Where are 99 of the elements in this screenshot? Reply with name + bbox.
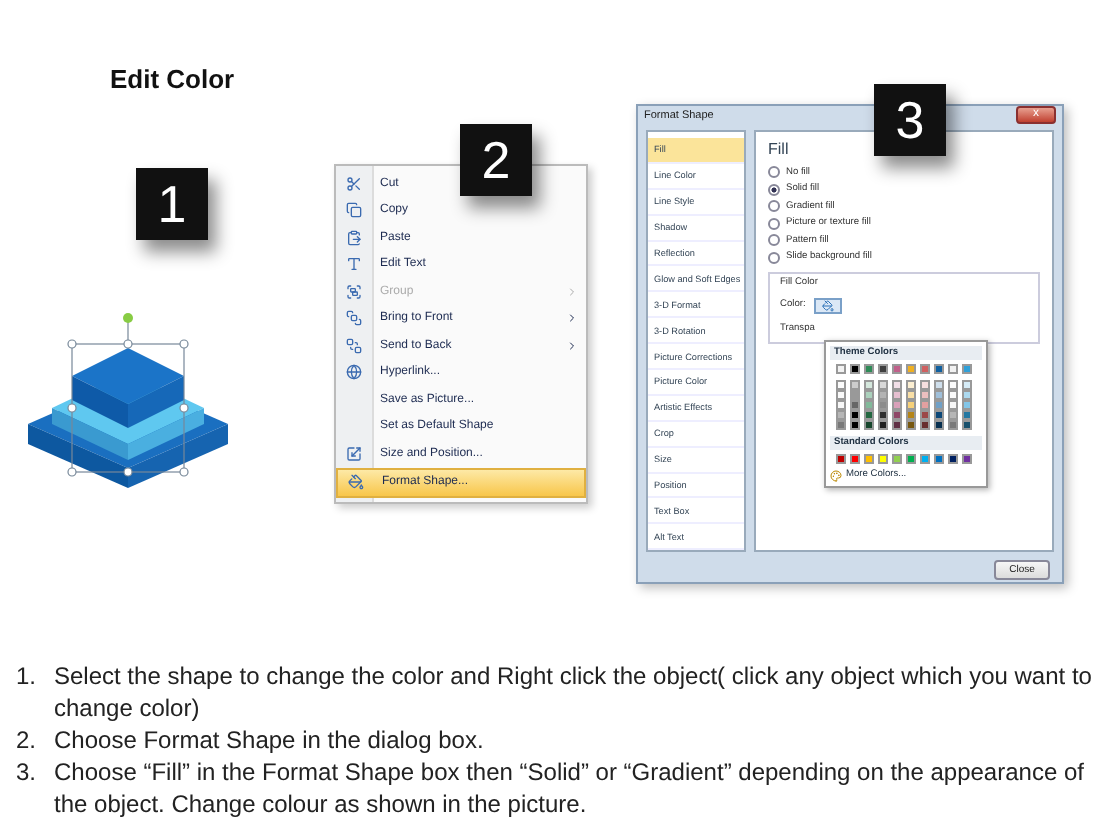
scissors-icon [346,175,362,192]
color-swatch[interactable] [962,389,972,400]
color-swatch[interactable] [920,453,930,464]
color-swatch[interactable] [948,399,958,410]
color-swatch[interactable] [836,409,846,420]
color-picker-button[interactable] [813,297,842,314]
color-swatch[interactable] [836,453,846,464]
color-swatch[interactable] [920,419,930,430]
color-swatch[interactable] [892,389,902,400]
radio-button[interactable] [768,166,780,179]
color-swatch[interactable] [850,419,860,430]
instruction-text: Choose Format Shape in the dialog box. [54,724,486,756]
color-swatch[interactable] [962,419,972,430]
color-swatch[interactable] [864,419,874,430]
color-swatch[interactable] [934,453,944,464]
list-number: 1. [16,660,39,694]
send-to-back-icon [346,337,362,354]
color-swatch[interactable] [948,453,958,464]
list-number: 3. [16,756,39,790]
color-swatch[interactable] [962,363,972,374]
color-swatch[interactable] [906,389,916,400]
color-swatch[interactable] [934,389,944,400]
color-swatch[interactable] [878,399,888,410]
color-swatch[interactable] [836,399,846,410]
color-swatch[interactable] [906,409,916,420]
color-swatch[interactable] [892,453,902,464]
color-swatch[interactable] [920,409,930,420]
color-swatch[interactable] [878,419,888,430]
color-swatch[interactable] [920,379,930,390]
color-swatch[interactable] [920,389,930,400]
color-swatch[interactable] [892,409,902,420]
color-swatch[interactable] [850,379,860,390]
color-swatch[interactable] [906,419,916,430]
color-swatch[interactable] [850,389,860,400]
color-swatch[interactable] [906,399,916,410]
radio-button[interactable] [768,234,780,247]
instruction-text: Select the shape to change the color and Right click the object( click any object which you want to change color) [54,660,1092,724]
color-swatch[interactable] [836,419,846,430]
color-swatch[interactable] [962,379,972,390]
clipboard-icon [346,229,362,246]
color-swatch[interactable] [836,363,846,374]
paint-bucket-icon [348,474,364,491]
step-number: 1 [136,168,208,240]
radio-button[interactable] [768,251,780,264]
color-swatch[interactable] [948,389,958,400]
step-number: 2 [460,124,532,196]
color-swatch[interactable] [892,379,902,390]
radio-button[interactable] [768,183,780,196]
color-swatch[interactable] [934,363,944,374]
color-swatch[interactable] [878,389,888,400]
instruction-text: Choose “Fill” in the Format Shape box then “Solid” or “Gradient” depending on the appearance of the object. Change colour as shown in the picture. [54,756,1086,820]
palette-icon [830,469,842,482]
color-swatch[interactable] [864,409,874,420]
color-swatch[interactable] [850,453,860,464]
color-swatch[interactable] [864,379,874,390]
color-swatch[interactable] [864,453,874,464]
resize-icon [346,445,362,462]
color-swatch[interactable] [962,409,972,420]
pane-title: Fill [768,139,791,158]
color-swatch[interactable] [892,419,902,430]
copy-icon [346,202,362,219]
color-swatch[interactable] [850,363,860,374]
color-swatch[interactable] [906,379,916,390]
color-swatch[interactable] [836,389,846,400]
color-swatch[interactable] [962,399,972,410]
color-swatch[interactable] [850,399,860,410]
slide-title: Edit Color [110,64,237,96]
color-swatch[interactable] [864,389,874,400]
color-swatch[interactable] [920,399,930,410]
color-swatch[interactable] [892,399,902,410]
radio-button[interactable] [768,217,780,230]
globe-icon [346,364,362,381]
color-swatch[interactable] [836,379,846,390]
color-swatch[interactable] [878,409,888,420]
color-swatch[interactable] [934,419,944,430]
color-swatch[interactable] [934,409,944,420]
color-swatch[interactable] [878,453,888,464]
color-swatch[interactable] [934,379,944,390]
color-swatch[interactable] [948,379,958,390]
color-swatch[interactable] [906,453,916,464]
step-number: 3 [874,84,946,156]
bring-to-front-icon [346,310,362,327]
color-swatch[interactable] [948,419,958,430]
radio-button[interactable] [768,200,780,213]
color-swatch[interactable] [948,409,958,420]
color-swatch[interactable] [934,399,944,410]
color-swatch[interactable] [850,409,860,420]
group-icon [346,283,362,300]
color-swatch[interactable] [892,363,902,374]
text-icon [346,256,362,273]
color-swatch[interactable] [878,379,888,390]
color-swatch[interactable] [864,399,874,410]
color-swatch[interactable] [878,363,888,374]
color-swatch[interactable] [864,363,874,374]
color-swatch[interactable] [948,363,958,374]
color-swatch[interactable] [962,453,972,464]
color-swatch[interactable] [920,363,930,374]
color-swatch[interactable] [906,363,916,374]
list-number: 2. [16,724,39,756]
